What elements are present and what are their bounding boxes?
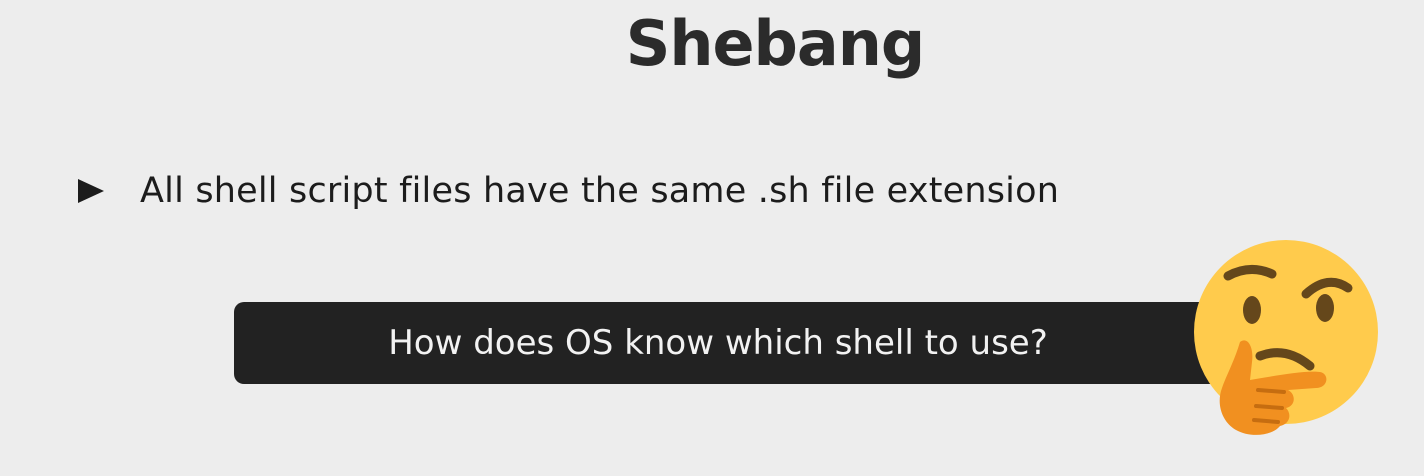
slide-title: Shebang xyxy=(625,7,926,80)
bullet-item: All shell script files have the same .sh… xyxy=(78,168,1059,214)
thinking-face-icon xyxy=(1194,240,1378,435)
question-text: How does OS know which shell to use? xyxy=(388,323,1048,363)
question-callout: How does OS know which shell to use? xyxy=(234,302,1244,384)
bullet-text: All shell script files have the same .sh… xyxy=(140,171,1060,211)
bullet-arrow-icon xyxy=(78,179,104,203)
slide: Shebang All shell script files have the … xyxy=(0,0,1424,476)
